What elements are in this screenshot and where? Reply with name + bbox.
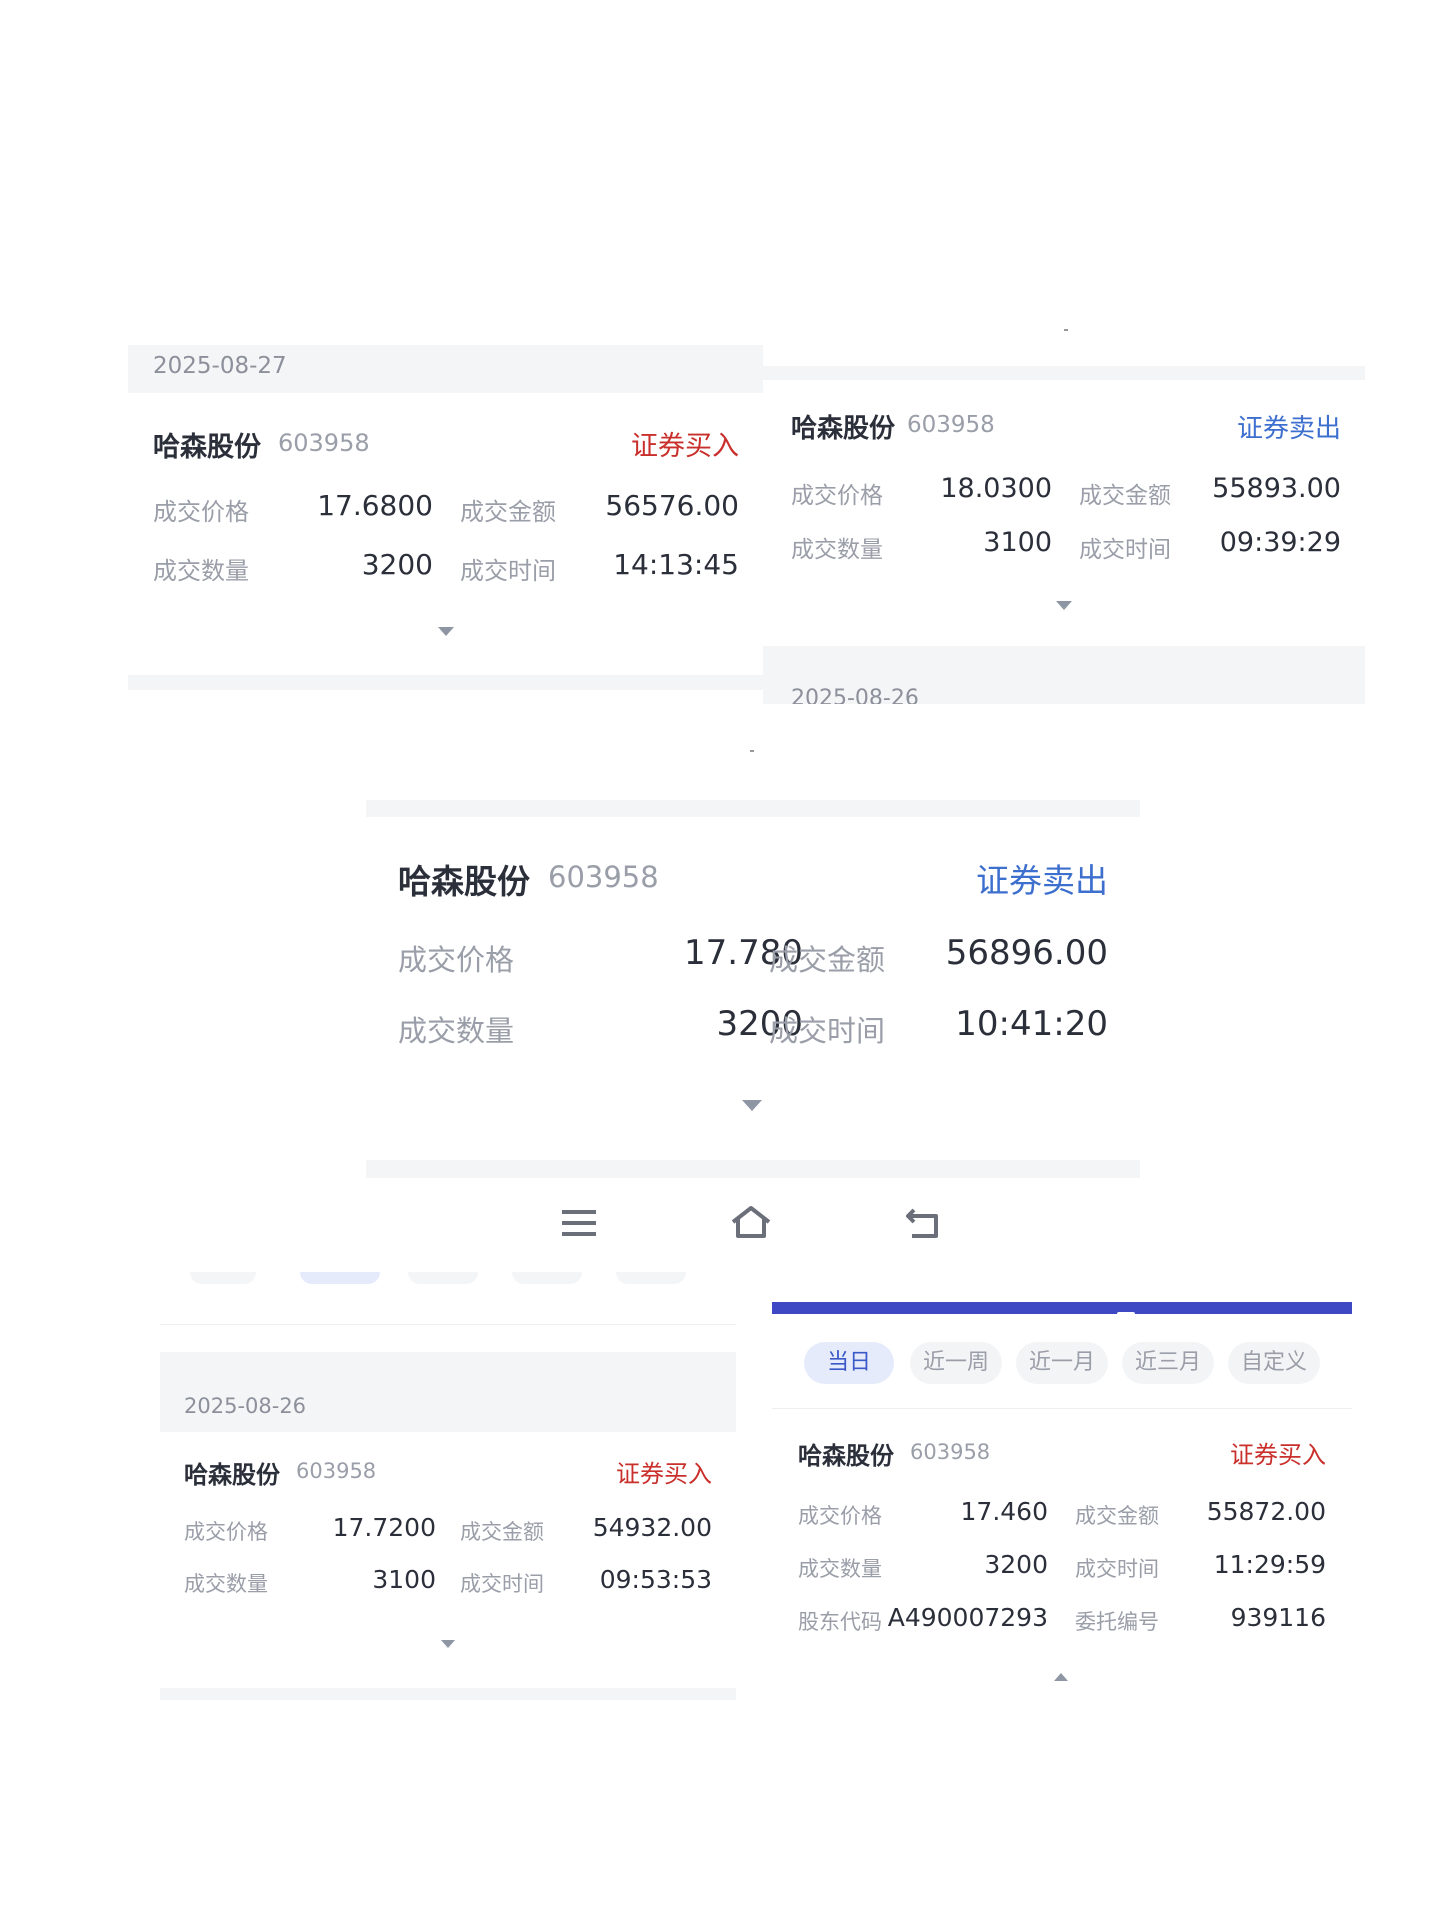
amount-label: 成交金额 (460, 1520, 544, 1544)
filter-pill-partial[interactable] (408, 1272, 478, 1284)
card-bottom-right: 当日 近一周 近一月 近三月 自定义 哈森股份 603958 证券买入 成交价格… (772, 1302, 1352, 1700)
filter-week[interactable]: 近一周 (910, 1342, 1002, 1384)
filter-custom[interactable]: 自定义 (1228, 1342, 1320, 1384)
time-value: 14:13:45 (613, 548, 739, 581)
price-label: 成交价格 (398, 943, 515, 977)
filter-pill-partial[interactable] (300, 1272, 380, 1284)
card-top-right: 哈森股份 603958 证券卖出 成交价格 18.0300 成交金额 55893… (763, 366, 1365, 704)
price-label: 成交价格 (798, 1504, 882, 1528)
stock-name: 哈森股份 (798, 1442, 894, 1470)
divider (772, 1408, 1352, 1409)
amount-label: 成交金额 (1075, 1504, 1159, 1528)
home-icon[interactable] (730, 1204, 772, 1240)
filter-pill-partial[interactable] (512, 1272, 582, 1284)
menu-icon[interactable] (562, 1208, 596, 1238)
qty-label: 成交数量 (798, 1557, 882, 1581)
card-middle: 哈森股份 603958 证券卖出 成交价格 17.780 成交金额 56896.… (366, 800, 1140, 1178)
filter-three-months[interactable]: 近三月 (1122, 1342, 1214, 1384)
stock-name: 哈森股份 (184, 1461, 280, 1489)
action-label: 证券买入 (631, 431, 739, 462)
holder-code-value: A490007293 (887, 1603, 1048, 1632)
divider (160, 1324, 736, 1325)
price-label: 成交价格 (791, 483, 883, 509)
qty-value: 3100 (372, 1565, 436, 1594)
price-value: 17.6800 (317, 489, 433, 522)
stock-code: 603958 (296, 1459, 377, 1483)
time-label: 成交时间 (460, 557, 556, 585)
qty-label: 成交数量 (184, 1572, 268, 1596)
amount-value: 55893.00 (1212, 473, 1341, 504)
time-value: 09:53:53 (599, 1565, 712, 1594)
next-trade-date: 2025-08-26 (791, 686, 919, 704)
price-value: 17.460 (960, 1497, 1048, 1526)
stock-code: 603958 (910, 1440, 991, 1464)
order-no-label: 委托编号 (1075, 1610, 1159, 1634)
order-no-value: 939116 (1230, 1603, 1326, 1632)
price-label: 成交价格 (153, 498, 249, 526)
action-label: 证券卖出 (976, 861, 1108, 900)
amount-label: 成交金额 (769, 943, 886, 977)
separator-band (366, 1160, 1140, 1178)
qty-label: 成交数量 (791, 537, 883, 563)
expand-arrow-icon[interactable] (441, 1640, 455, 1648)
time-value: 10:41:20 (955, 1004, 1108, 1044)
amount-value: 54932.00 (592, 1513, 712, 1542)
separator-band (763, 366, 1365, 380)
trade-date: 2025-08-26 (184, 1394, 307, 1418)
card-top-left: 2025-08-27 哈森股份 603958 证券买入 成交价格 17.6800… (128, 345, 763, 690)
amount-value: 56576.00 (605, 489, 739, 522)
accent-bar (772, 1302, 1352, 1314)
stock-name: 哈森股份 (153, 432, 261, 463)
amount-label: 成交金额 (460, 498, 556, 526)
amount-value: 55872.00 (1206, 1497, 1326, 1526)
time-value: 09:39:29 (1219, 527, 1341, 558)
filter-today[interactable]: 当日 (804, 1342, 894, 1384)
navigation-bar (366, 1178, 1140, 1268)
time-label: 成交时间 (769, 1014, 886, 1048)
trade-date: 2025-08-27 (153, 353, 287, 379)
accent-indicator (1117, 1312, 1135, 1316)
price-value: 18.0300 (940, 473, 1052, 504)
scroll-dot-icon (1064, 329, 1068, 331)
separator-band (366, 800, 1140, 817)
time-label: 成交时间 (1079, 537, 1171, 563)
amount-label: 成交金额 (1079, 483, 1171, 509)
amount-value: 56896.00 (945, 933, 1108, 973)
price-label: 成交价格 (184, 1520, 268, 1544)
price-value: 17.7200 (332, 1513, 436, 1542)
stock-name: 哈森股份 (398, 862, 530, 901)
qty-label: 成交数量 (153, 557, 249, 585)
holder-code-label: 股东代码 (798, 1610, 882, 1634)
filter-month[interactable]: 近一月 (1016, 1342, 1108, 1384)
collapse-arrow-icon[interactable] (1054, 1673, 1068, 1681)
qty-value: 3100 (983, 527, 1052, 558)
action-label: 证券买入 (616, 1460, 712, 1488)
back-icon[interactable] (904, 1206, 944, 1240)
action-label: 证券卖出 (1236, 414, 1341, 444)
separator-band (128, 675, 763, 690)
qty-value: 3200 (361, 548, 433, 581)
expand-arrow-icon[interactable] (1056, 601, 1072, 610)
card-bottom-left: 2025-08-26 哈森股份 603958 证券买入 成交价格 17.7200… (160, 1272, 736, 1700)
action-label: 证券买入 (1230, 1441, 1326, 1469)
stock-code: 603958 (278, 429, 370, 457)
filter-pill-partial[interactable] (616, 1272, 686, 1284)
expand-arrow-icon[interactable] (742, 1100, 762, 1111)
qty-value: 3200 (984, 1550, 1048, 1579)
time-value: 11:29:59 (1213, 1550, 1326, 1579)
stock-name: 哈森股份 (791, 414, 896, 444)
expand-arrow-icon[interactable] (438, 627, 454, 636)
scroll-dot-icon (750, 750, 754, 752)
time-label: 成交时间 (1075, 1557, 1159, 1581)
stock-code: 603958 (548, 860, 659, 894)
stock-code: 603958 (907, 412, 995, 438)
qty-label: 成交数量 (398, 1014, 515, 1048)
date-header (160, 1352, 736, 1432)
time-label: 成交时间 (460, 1572, 544, 1596)
separator-band (160, 1688, 736, 1700)
filter-pill-partial[interactable] (190, 1272, 256, 1284)
